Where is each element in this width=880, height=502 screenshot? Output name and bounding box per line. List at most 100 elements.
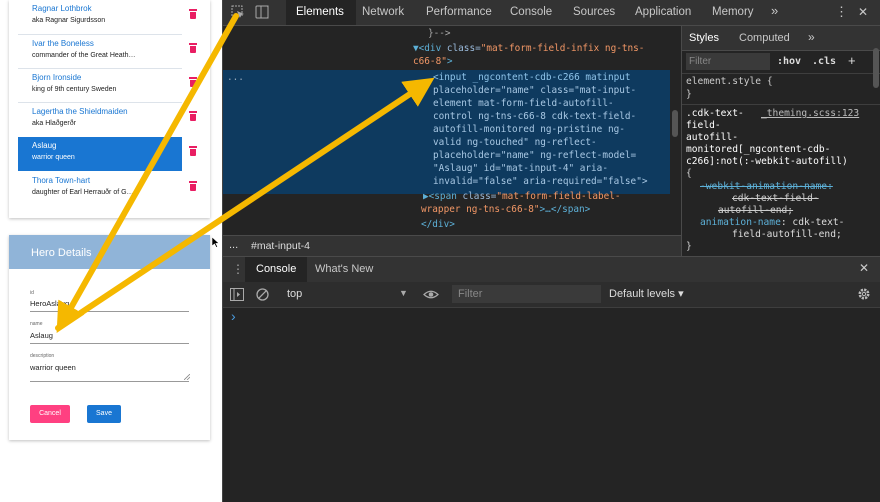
devtools-menu-button[interactable]: ⋮ (835, 4, 848, 20)
breadcrumb-ellipsis[interactable]: ... (229, 239, 238, 251)
list-item-selected[interactable]: Aslaug warrior queen (18, 137, 182, 171)
code-line: }--> (428, 28, 451, 39)
tab-network[interactable]: Network (362, 6, 404, 18)
console-prompt[interactable]: › (231, 308, 236, 324)
code-line[interactable]: </div> (421, 219, 455, 230)
id-field[interactable]: HeroAslaug (30, 299, 69, 308)
delete-icon[interactable] (189, 43, 197, 53)
close-drawer-button[interactable]: ✕ (859, 261, 869, 275)
drawer-menu-button[interactable]: ⋮ (232, 262, 244, 276)
tab-styles[interactable]: Styles (689, 32, 719, 44)
breadcrumb-item[interactable]: #mat-input-4 (251, 240, 310, 252)
list-item[interactable]: Lagertha the Shieldmaiden aka Hlaðgerðr (18, 103, 182, 137)
inspect-element-icon[interactable] (231, 5, 245, 19)
delete-icon[interactable] (189, 181, 197, 191)
divider (682, 73, 880, 74)
styles-tabbar: Styles Computed » (682, 26, 880, 51)
app-panel: Ragnar Lothbrok aka Ragnar Sigurdsson Iv… (0, 0, 222, 502)
details-header: Hero Details (9, 235, 210, 269)
tag-close: > (446, 56, 453, 67)
console-toolbar: top ▼ Filter Default levels ▾ (223, 282, 880, 308)
console-output[interactable]: › (223, 308, 880, 502)
console-filter-input[interactable]: Filter (452, 285, 601, 303)
class-toggle-button[interactable]: .cls (812, 56, 836, 67)
tab-console[interactable]: Console (510, 6, 552, 18)
rule-selector: .cdk-text- (686, 108, 744, 119)
new-rule-button[interactable]: + (848, 53, 856, 68)
id-underline (30, 311, 189, 312)
rule-selector: c266]:not(:-webkit-autofill) (686, 156, 848, 167)
drawer-tab-whats-new[interactable]: What's New (315, 263, 373, 275)
cancel-button[interactable]: Cancel (30, 405, 70, 423)
code-line[interactable]: c66-8"> (413, 56, 453, 67)
context-selector[interactable]: top ▼ (281, 284, 411, 304)
selected-code-line[interactable]: placeholder="name" class="mat-input- (433, 85, 636, 96)
code-line[interactable]: ▼<div class="mat-form-field-infix ng-tns… (413, 43, 644, 54)
more-tabs-button[interactable]: » (771, 3, 778, 18)
close-devtools-button[interactable]: ✕ (858, 5, 868, 19)
rule-source-link[interactable]: _theming.scss:123 (761, 108, 859, 119)
delete-icon[interactable] (189, 146, 197, 156)
drawer-tab-console[interactable]: Console (256, 263, 296, 275)
selected-code-line[interactable]: <input _ngcontent-cdb-c266 matinput (433, 72, 631, 83)
description-underline (30, 381, 189, 382)
description-field[interactable]: warrior queen (30, 363, 76, 372)
hero-name: Thora Town-hart (32, 176, 91, 185)
hover-state-button[interactable]: :hov (777, 56, 801, 67)
code-line[interactable]: wrapper ng-tns-c66-8">…</span> (421, 204, 590, 215)
sidebar-toggle-icon[interactable] (230, 288, 244, 301)
element-style-rule[interactable]: element.style { (686, 76, 773, 87)
name-field[interactable]: Aslaug (30, 331, 53, 340)
property-name: animation-name (700, 217, 781, 228)
selected-code-line[interactable]: element mat-form-field-autofill- (433, 98, 614, 109)
tab-performance[interactable]: Performance (426, 6, 492, 18)
tab-application[interactable]: Application (635, 6, 691, 18)
breadcrumb: ... #mat-input-4 (223, 235, 681, 256)
more-panes-button[interactable]: » (808, 30, 815, 44)
selected-code-line[interactable]: valid ng-touched" ng-reflect- (433, 137, 597, 148)
gear-icon[interactable] (857, 287, 871, 301)
eye-icon[interactable] (423, 289, 439, 300)
id-label: id (30, 290, 34, 296)
tab-sources[interactable]: Sources (573, 6, 615, 18)
list-item[interactable]: Ivar the Boneless commander of the Great… (18, 35, 182, 69)
styles-scrollbar[interactable] (873, 48, 879, 88)
selected-code-line[interactable]: placeholder="name" ng-reflect-model= (433, 150, 636, 161)
filter-placeholder: Filter (458, 288, 483, 300)
resize-handle-icon[interactable] (184, 374, 190, 380)
styles-filter-input[interactable]: Filter (686, 53, 770, 70)
list-item[interactable]: Thora Town-hart daughter of Earl Herrauð… (18, 172, 182, 206)
delete-icon[interactable] (189, 111, 197, 121)
tag-open: ▶<span (423, 191, 463, 202)
tab-elements[interactable]: Elements (296, 6, 344, 18)
elements-tree: }--> ▼<div class="mat-form-field-infix n… (223, 26, 680, 235)
list-item[interactable]: Bjorn Ironside king of 9th century Swede… (18, 69, 182, 103)
rule-open: { (686, 168, 692, 179)
selected-code-line[interactable]: autofill-monitored ng-pristine ng- (433, 124, 625, 135)
style-property[interactable]: animation-name: cdk-text- (700, 217, 844, 228)
selected-code-line[interactable]: "Aslaug" id="mat-input-4" aria- (433, 163, 608, 174)
selected-code-line[interactable]: control ng-tns-c66-8 cdk-text-field- (433, 111, 636, 122)
devtools-tabbar: Elements Network Performance Console Sou… (223, 0, 880, 26)
delete-icon[interactable] (189, 77, 197, 87)
list-item[interactable]: Ragnar Lothbrok aka Ragnar Sigurdsson (18, 0, 182, 34)
rule-close: } (686, 89, 692, 100)
tab-computed[interactable]: Computed (739, 32, 790, 44)
attr-value: c66-8" (413, 56, 447, 67)
tab-memory[interactable]: Memory (712, 6, 754, 18)
overridden-property[interactable]: -webkit-animation-name: (700, 181, 833, 192)
delete-icon[interactable] (189, 9, 197, 19)
selected-code-line[interactable]: invalid="false" aria-required="false"> (433, 176, 647, 187)
node-actions-ellipsis[interactable]: ... (227, 72, 244, 83)
hero-description: aka Ragnar Sigurdsson (32, 17, 106, 24)
log-levels-dropdown[interactable]: Default levels ▾ (609, 287, 684, 300)
elements-scrollbar[interactable] (672, 110, 678, 137)
device-toolbar-icon[interactable] (255, 5, 269, 19)
code-line[interactable]: ▶<span class="mat-form-field-label- (423, 191, 621, 202)
divider (682, 104, 880, 105)
save-button[interactable]: Save (87, 405, 121, 423)
property-value: : cdk-text- (780, 217, 845, 228)
mouse-cursor-icon (212, 237, 220, 248)
attr-value: "mat-form-field-infix ng-tns- (480, 43, 645, 54)
clear-console-icon[interactable] (256, 288, 269, 301)
